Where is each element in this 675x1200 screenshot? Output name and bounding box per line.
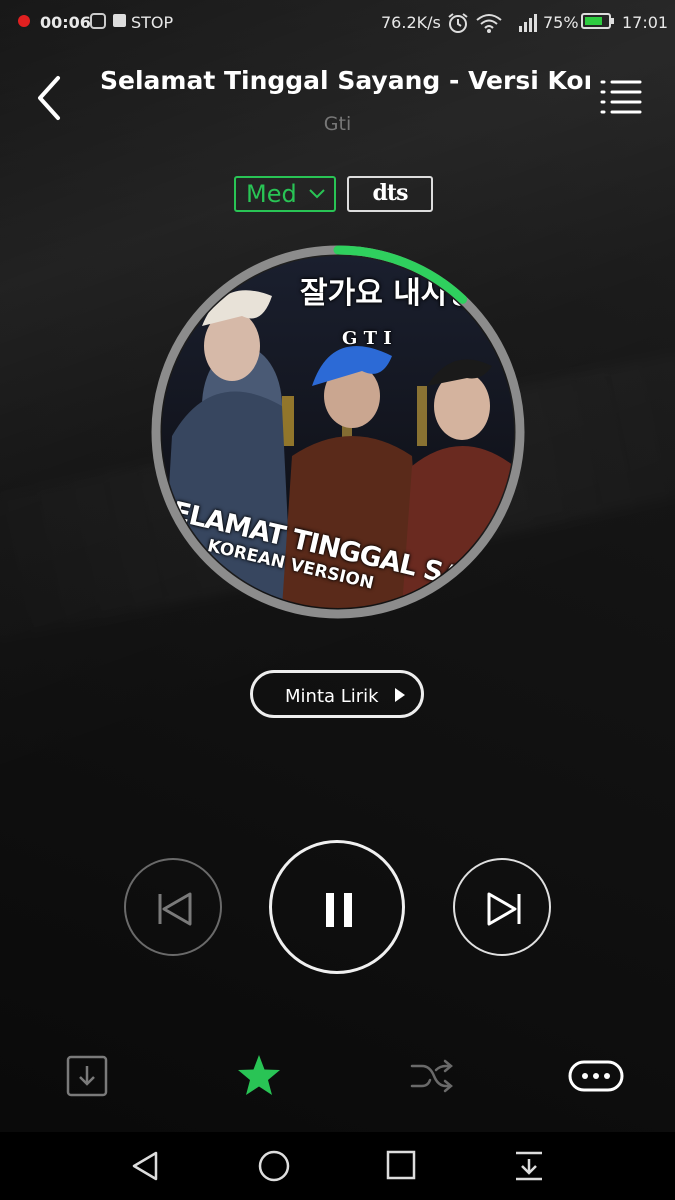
chevron-down-icon xyxy=(309,189,325,199)
more-icon xyxy=(568,1060,624,1092)
quality-button[interactable]: Med xyxy=(234,176,336,212)
alarm-icon xyxy=(448,13,468,33)
previous-button[interactable] xyxy=(124,858,222,956)
shuffle-icon xyxy=(410,1059,453,1093)
status-bar: 00:06 STOP 76.2K/s 75% 17:01 xyxy=(0,0,675,46)
network-speed: 76.2K/s xyxy=(381,13,441,32)
battery-percent: 75% xyxy=(543,13,579,32)
play-arrow-icon xyxy=(395,688,405,702)
recording-time: 00:06 xyxy=(40,13,91,32)
play-pause-button[interactable] xyxy=(269,840,405,974)
song-title: Selamat Tinggal Sayang - Versi Korea xyxy=(100,66,590,95)
next-button[interactable] xyxy=(453,858,551,956)
skip-previous-icon xyxy=(158,892,192,926)
dts-button[interactable]: dts xyxy=(347,176,433,212)
nav-recents-icon[interactable] xyxy=(386,1150,416,1180)
playlist-button[interactable] xyxy=(600,78,644,116)
signal-icon xyxy=(519,14,537,32)
battery-icon xyxy=(581,13,614,29)
skip-next-icon xyxy=(487,892,521,926)
download-button[interactable] xyxy=(66,1055,108,1097)
recording-pause-icon[interactable] xyxy=(90,13,106,29)
download-icon xyxy=(66,1055,108,1097)
recording-dot-icon xyxy=(18,15,30,27)
favorite-button[interactable] xyxy=(236,1053,282,1099)
nav-home-icon[interactable] xyxy=(257,1150,291,1184)
request-lyrics-label: Minta Lirik xyxy=(285,686,379,707)
pause-icon xyxy=(326,893,352,927)
clock: 17:01 xyxy=(622,13,669,32)
playlist-icon xyxy=(600,80,642,114)
progress-ring[interactable] xyxy=(149,243,527,621)
recording-stop-icon[interactable] xyxy=(113,14,126,27)
nav-notification-pulldown-icon[interactable] xyxy=(514,1150,544,1182)
shuffle-button[interactable] xyxy=(410,1058,454,1094)
wifi-icon xyxy=(476,14,502,33)
quality-label: Med xyxy=(246,180,297,208)
chevron-left-icon xyxy=(38,76,60,120)
artist-name[interactable]: Gti xyxy=(0,113,675,135)
navigation-bar xyxy=(0,1132,675,1200)
recording-stop-label[interactable]: STOP xyxy=(131,13,173,32)
request-lyrics-button[interactable]: Minta Lirik xyxy=(250,670,424,718)
star-icon xyxy=(238,1055,280,1095)
more-button[interactable] xyxy=(568,1060,624,1092)
battery-fill xyxy=(585,17,602,25)
nav-back-icon[interactable] xyxy=(130,1150,162,1182)
